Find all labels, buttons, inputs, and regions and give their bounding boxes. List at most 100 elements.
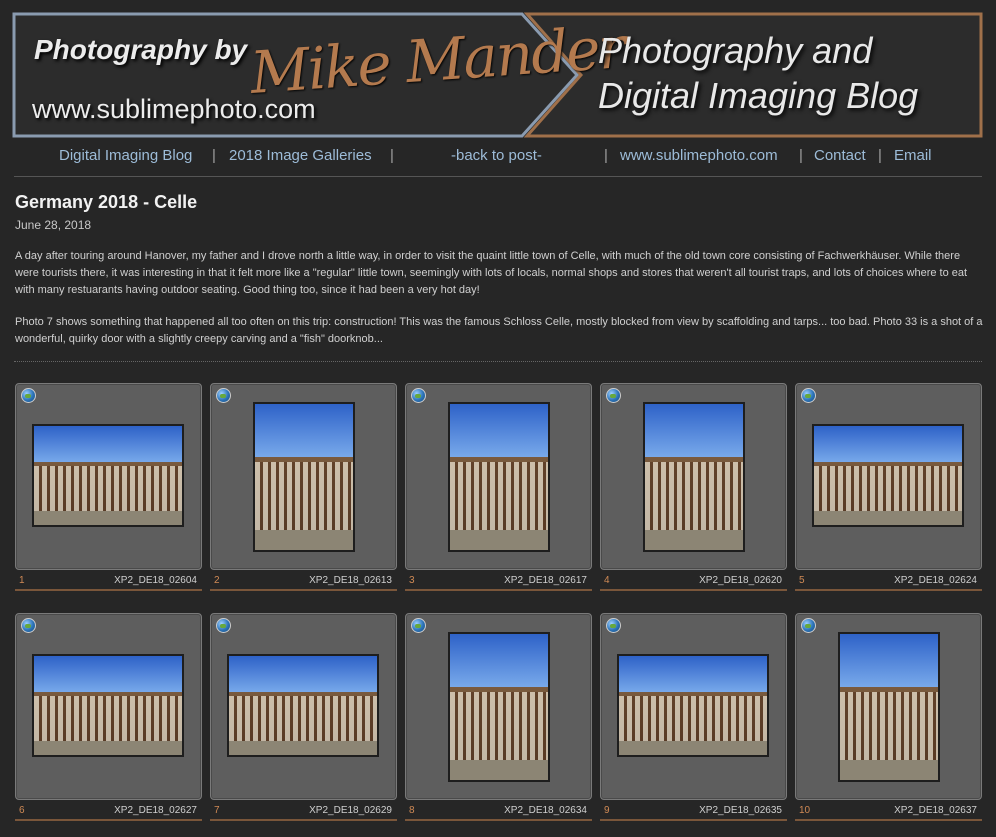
- nav-separator: |: [390, 147, 394, 164]
- gallery-tile[interactable]: 1 XP2_DE18_02604: [15, 383, 202, 593]
- nav-separator: |: [212, 147, 216, 164]
- gallery-tile[interactable]: 4 XP2_DE18_02620: [600, 383, 787, 593]
- thumbnail-sky-shape: [229, 656, 377, 696]
- thumbnail-sky-shape: [619, 656, 767, 696]
- post-date: June 28, 2018: [15, 218, 92, 232]
- globe-icon[interactable]: [411, 388, 426, 403]
- thumbnail-number: 2: [214, 575, 220, 586]
- globe-icon[interactable]: [801, 618, 816, 633]
- thumbnail-filename: XP2_DE18_02627: [114, 805, 197, 816]
- thumbnail-grd-shape: [619, 741, 767, 755]
- thumbnail-grd-shape: [840, 759, 938, 780]
- post-divider: [14, 361, 982, 362]
- thumbnail-image[interactable]: [643, 402, 745, 552]
- thumbnail-sky-shape: [645, 404, 743, 463]
- thumbnail-image[interactable]: [32, 424, 184, 527]
- thumbnail-caption: 1 XP2_DE18_02604: [15, 573, 202, 591]
- thumbnail-grd-shape: [814, 511, 962, 525]
- globe-icon[interactable]: [606, 388, 621, 403]
- nav-email[interactable]: Email: [894, 147, 932, 164]
- top-nav: Digital Imaging Blog | 2018 Image Galler…: [0, 147, 996, 167]
- thumbnail-frame[interactable]: [15, 383, 202, 570]
- gallery-tile[interactable]: 2 XP2_DE18_02613: [210, 383, 397, 593]
- nav-separator: |: [878, 147, 882, 164]
- thumbnail-tim-shape: [34, 695, 182, 742]
- thumbnail-image[interactable]: [838, 632, 940, 782]
- gallery-tile[interactable]: 9 XP2_DE18_02635: [600, 613, 787, 823]
- thumbnail-filename: XP2_DE18_02613: [309, 575, 392, 586]
- gallery-tile[interactable]: 6 XP2_DE18_02627: [15, 613, 202, 823]
- globe-icon[interactable]: [21, 388, 36, 403]
- thumbnail-image[interactable]: [812, 424, 964, 527]
- thumbnail-frame[interactable]: [210, 383, 397, 570]
- thumbnail-tim-shape: [619, 695, 767, 742]
- gallery-tile[interactable]: 5 XP2_DE18_02624: [795, 383, 982, 593]
- thumbnail-image[interactable]: [227, 654, 379, 757]
- nav-digital-imaging-blog[interactable]: Digital Imaging Blog: [59, 147, 192, 164]
- thumbnail-caption: 9 XP2_DE18_02635: [600, 803, 787, 821]
- thumbnail-sky-shape: [34, 426, 182, 466]
- thumbnail-image[interactable]: [448, 402, 550, 552]
- thumbnail-grd-shape: [450, 759, 548, 780]
- thumbnail-filename: XP2_DE18_02634: [504, 805, 587, 816]
- thumbnail-caption: 6 XP2_DE18_02627: [15, 803, 202, 821]
- thumbnail-frame[interactable]: [15, 613, 202, 800]
- nav-image-galleries[interactable]: 2018 Image Galleries: [229, 147, 372, 164]
- thumbnail-frame[interactable]: [795, 383, 982, 570]
- banner-url: www.sublimephoto.com: [32, 94, 316, 124]
- banner-photography-by: Photography by: [34, 34, 248, 65]
- thumbnail-caption: 7 XP2_DE18_02629: [210, 803, 397, 821]
- thumbnail-frame[interactable]: [210, 613, 397, 800]
- thumbnail-frame[interactable]: [600, 613, 787, 800]
- thumbnail-filename: XP2_DE18_02637: [894, 805, 977, 816]
- globe-icon[interactable]: [21, 618, 36, 633]
- thumbnail-frame[interactable]: [405, 613, 592, 800]
- thumbnail-number: 10: [799, 805, 811, 816]
- nav-separator: |: [604, 147, 608, 164]
- thumbnail-filename: XP2_DE18_02604: [114, 575, 197, 586]
- thumbnail-grd-shape: [255, 529, 353, 550]
- thumbnail-gallery: 1 XP2_DE18_02604 2 XP2_DE18_02613 3 XP2_DE18_…: [15, 383, 985, 837]
- thumbnail-number: 1: [19, 575, 25, 586]
- thumbnail-tim-shape: [645, 462, 743, 530]
- thumbnail-image[interactable]: [32, 654, 184, 757]
- thumbnail-frame[interactable]: [795, 613, 982, 800]
- thumbnail-tim-shape: [450, 462, 548, 530]
- nav-back-to-post[interactable]: -back to post-: [451, 147, 542, 164]
- thumbnail-caption: 8 XP2_DE18_02634: [405, 803, 592, 821]
- thumbnail-image[interactable]: [617, 654, 769, 757]
- thumbnail-frame[interactable]: [405, 383, 592, 570]
- thumbnail-number: 3: [409, 575, 415, 586]
- thumbnail-number: 6: [19, 805, 25, 816]
- thumbnail-filename: XP2_DE18_02624: [894, 575, 977, 586]
- gallery-tile[interactable]: 10 XP2_DE18_02637: [795, 613, 982, 823]
- globe-icon[interactable]: [801, 388, 816, 403]
- site-banner[interactable]: Photography by Mike Mander www.sublimeph…: [12, 12, 983, 138]
- nav-contact[interactable]: Contact: [814, 147, 866, 164]
- globe-icon[interactable]: [216, 388, 231, 403]
- thumbnail-tim-shape: [814, 465, 962, 512]
- thumbnail-sky-shape: [840, 634, 938, 693]
- thumbnail-image[interactable]: [253, 402, 355, 552]
- globe-icon[interactable]: [216, 618, 231, 633]
- gallery-tile[interactable]: 8 XP2_DE18_02634: [405, 613, 592, 823]
- nav-divider: [14, 176, 982, 177]
- nav-separator: |: [799, 147, 803, 164]
- globe-icon[interactable]: [606, 618, 621, 633]
- thumbnail-sky-shape: [255, 404, 353, 463]
- post-paragraph-2: Photo 7 shows something that happened al…: [15, 316, 983, 345]
- thumbnail-image[interactable]: [448, 632, 550, 782]
- thumbnail-frame[interactable]: [600, 383, 787, 570]
- thumbnail-grd-shape: [229, 741, 377, 755]
- globe-icon[interactable]: [411, 618, 426, 633]
- thumbnail-sky-shape: [450, 634, 548, 693]
- gallery-tile[interactable]: 7 XP2_DE18_02629: [210, 613, 397, 823]
- banner-blog-title-line2: Digital Imaging Blog: [598, 75, 919, 116]
- post-paragraph-1: A day after touring around Hanover, my f…: [15, 250, 968, 296]
- thumbnail-filename: XP2_DE18_02635: [699, 805, 782, 816]
- thumbnail-number: 7: [214, 805, 220, 816]
- thumbnail-caption: 4 XP2_DE18_02620: [600, 573, 787, 591]
- nav-sublimephoto[interactable]: www.sublimephoto.com: [620, 147, 778, 164]
- thumbnail-tim-shape: [840, 692, 938, 760]
- gallery-tile[interactable]: 3 XP2_DE18_02617: [405, 383, 592, 593]
